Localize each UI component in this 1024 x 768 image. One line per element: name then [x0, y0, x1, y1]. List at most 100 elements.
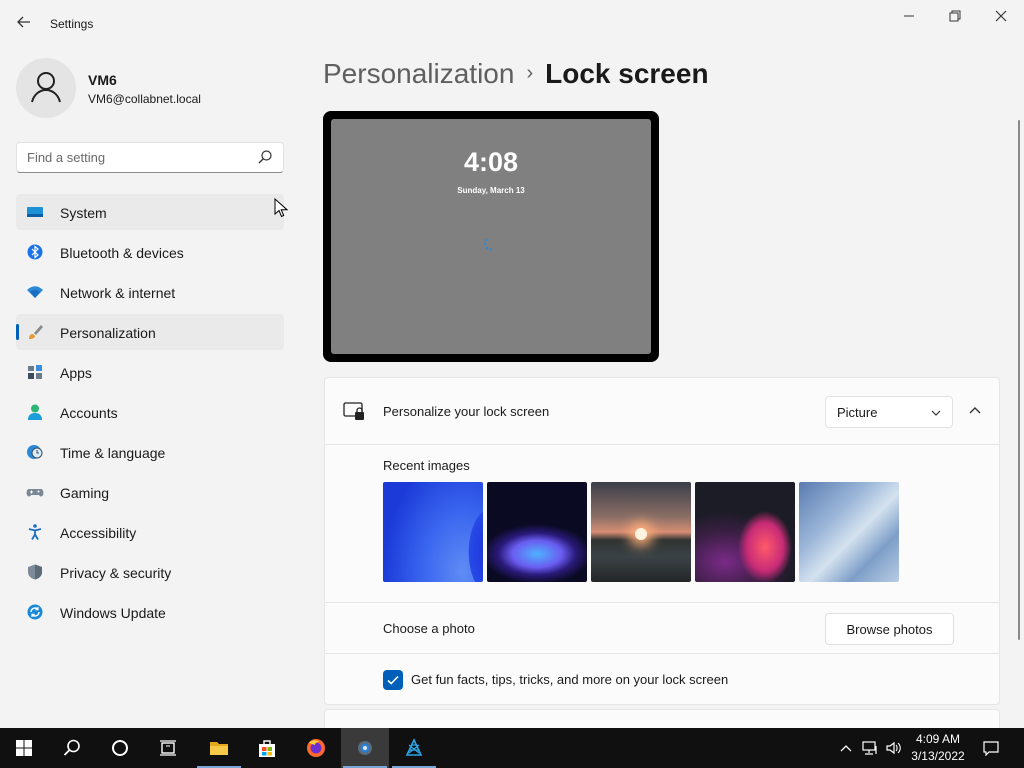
microsoft-store-button[interactable] [243, 728, 291, 768]
sidebar-item-label: Accessibility [60, 525, 137, 541]
loading-spinner-icon [483, 238, 493, 251]
sidebar-item-bluetooth[interactable]: Bluetooth & devices [16, 234, 284, 270]
sidebar-item-label: Time & language [60, 445, 166, 461]
browse-photos-button[interactable]: Browse photos [825, 613, 954, 645]
settings-gear-icon [358, 741, 372, 755]
app-taskbar-button[interactable] [390, 728, 438, 768]
volume-icon[interactable] [886, 740, 902, 756]
sidebar-item-network[interactable]: Network & internet [16, 274, 284, 310]
cortana-button[interactable] [96, 728, 144, 768]
bluetooth-icon [27, 244, 43, 260]
search-icon [63, 739, 80, 756]
sidebar-item-system[interactable]: System [16, 194, 284, 230]
sidebar-item-label: Apps [60, 365, 92, 381]
time-language-icon [27, 445, 43, 459]
file-explorer-button[interactable] [195, 728, 243, 768]
recent-image-sunset-lake[interactable] [591, 482, 691, 582]
windows-update-icon [27, 604, 43, 620]
task-view-icon [160, 740, 176, 756]
chevron-up-icon[interactable] [965, 400, 985, 420]
sidebar-item-label: Windows Update [60, 605, 166, 621]
sidebar-item-label: System [60, 205, 107, 221]
chevron-down-icon [931, 410, 941, 416]
recent-image-blue-bloom[interactable] [383, 482, 483, 582]
chevron-up-icon[interactable] [838, 740, 854, 756]
content-scrollbar[interactable] [1018, 120, 1020, 640]
sidebar-item-apps[interactable]: Apps [16, 354, 284, 390]
fun-facts-checkbox[interactable] [383, 670, 403, 690]
windows-logo-icon [16, 740, 32, 756]
sidebar-item-accounts[interactable]: Accounts [16, 394, 284, 430]
recent-image-ribbon-swirl[interactable] [695, 482, 795, 582]
avatar [16, 58, 76, 118]
sidebar-item-time-language[interactable]: Time & language [16, 434, 284, 470]
sidebar-item-label: Gaming [60, 485, 110, 501]
breadcrumb-parent-link[interactable]: Personalization [323, 58, 514, 89]
preview-date: Sunday, March 13 [457, 186, 525, 195]
lock-screen-type-dropdown[interactable]: Picture [825, 396, 953, 428]
sidebar-item-label: Personalization [60, 325, 156, 341]
accounts-icon [28, 404, 42, 420]
back-arrow-icon[interactable] [14, 14, 34, 34]
preview-time: 4:08 [463, 147, 519, 177]
gaming-icon [26, 489, 44, 497]
user-email: VM6@collabnet.local [88, 92, 201, 106]
store-bag-icon [259, 740, 275, 757]
apps-icon [28, 365, 42, 379]
privacy-shield-icon [28, 564, 42, 580]
sidebar-item-personalization[interactable]: Personalization [16, 314, 284, 350]
dropdown-value: Picture [837, 405, 878, 420]
task-view-button[interactable] [144, 728, 192, 768]
lock-screen-settings-card: Personalize your lock screen Picture Rec… [324, 377, 1000, 705]
sidebar-item-gaming[interactable]: Gaming [16, 474, 284, 510]
recent-image-light-bloom[interactable] [799, 482, 899, 582]
title-bar: Settings [0, 0, 1024, 48]
accessibility-icon [28, 524, 42, 540]
sidebar-item-label: Network & internet [60, 285, 176, 301]
firefox-button[interactable] [292, 728, 340, 768]
personalization-brush-icon [29, 325, 43, 339]
notifications-icon[interactable] [983, 740, 999, 756]
taskbar-search-button[interactable] [48, 728, 96, 768]
recent-images-label: Recent images [383, 458, 470, 473]
start-button[interactable] [0, 728, 48, 768]
cortana-circle-icon [112, 740, 128, 756]
network-icon [27, 286, 43, 298]
lock-screen-preview: 4:08 Sunday, March 13 [323, 111, 659, 362]
search-icon[interactable] [257, 149, 273, 165]
sidebar-item-privacy-security[interactable]: Privacy & security [16, 554, 284, 590]
app-title: Settings [50, 17, 94, 31]
sidebar-item-label: Bluetooth & devices [60, 245, 184, 261]
restore-button[interactable] [940, 8, 970, 28]
taskbar-time: 4:09 AM [915, 732, 961, 746]
sidebar-item-windows-update[interactable]: Windows Update [16, 594, 284, 630]
user-avatar-icon [31, 72, 61, 103]
lock-screen-monitor-icon [343, 402, 364, 420]
breadcrumb: Personalization › Lock screen [323, 58, 709, 90]
personalize-lock-screen-row[interactable]: Personalize your lock screen Picture [325, 378, 999, 445]
network-wired-icon[interactable] [862, 740, 878, 756]
sidebar-item-accessibility[interactable]: Accessibility [16, 514, 284, 550]
page-title: Lock screen [545, 58, 709, 89]
checkmark-icon [387, 675, 399, 685]
settings-taskbar-button[interactable] [341, 728, 389, 768]
sidebar-item-label: Privacy & security [60, 565, 172, 581]
settings-search-box[interactable] [16, 142, 284, 173]
user-name: VM6 [88, 72, 117, 88]
taskbar-clock[interactable]: 4:09 AM 3/13/2022 [904, 731, 972, 765]
fun-facts-label: Get fun facts, tips, tricks, and more on… [411, 672, 729, 687]
taskbar: 4:09 AM 3/13/2022 [0, 728, 1024, 768]
sidebar-item-label: Accounts [60, 405, 118, 421]
preview-screen: 4:08 Sunday, March 13 [331, 119, 651, 354]
system-icon [27, 207, 43, 217]
search-input[interactable] [17, 143, 247, 172]
taskbar-date: 3/13/2022 [911, 749, 965, 763]
choose-photo-row: Choose a photo Browse photos [325, 602, 999, 654]
file-explorer-folder-icon [210, 742, 228, 755]
sidebar-nav: System Bluetooth & devices Network & int… [16, 194, 284, 634]
minimize-button[interactable] [894, 8, 924, 28]
recent-image-glow-sphere[interactable] [487, 482, 587, 582]
app-network-icon [405, 738, 423, 756]
close-button[interactable] [986, 8, 1016, 28]
personalize-lock-screen-label: Personalize your lock screen [383, 404, 550, 419]
